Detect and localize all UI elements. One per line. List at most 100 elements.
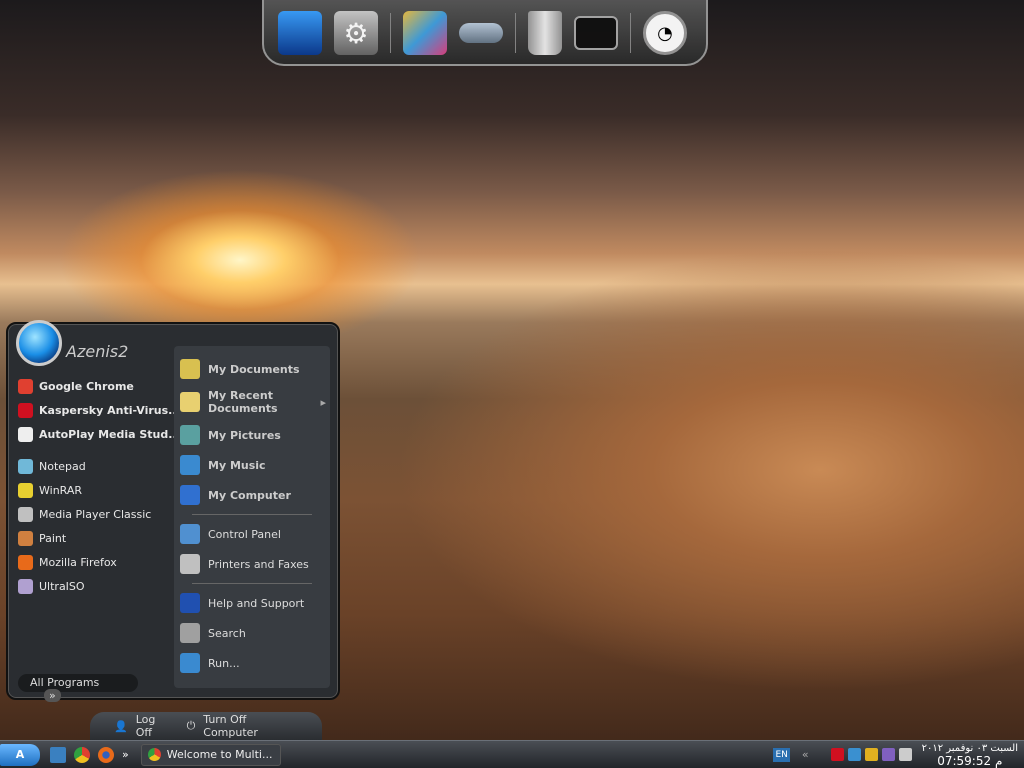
system-tray: EN « السبت ٠٣ نوفمبر ٢٠١٢ 07:59:52 م [773, 741, 1024, 768]
turn-off-button[interactable]: Turn Off Computer [203, 713, 298, 739]
menu-item-label: Kaspersky Anti-Virus... [39, 403, 181, 417]
menu-item[interactable]: WinRAR [18, 478, 173, 502]
menu-item-label: My Documents [208, 362, 300, 376]
taskbar: A » Welcome to Multi... EN « السبت ٠٣ نو… [0, 740, 1024, 768]
menu-item[interactable]: Printers and Faxes [174, 549, 330, 579]
menu-item[interactable]: AutoPlay Media Stud... [18, 422, 181, 446]
firefox-icon[interactable] [98, 746, 114, 763]
places-panel: My Documents My Recent Documents ▸ My Pictu… [174, 346, 330, 688]
power-icon: ⏻ [186, 719, 196, 732]
network-icon[interactable] [847, 748, 861, 761]
monitor-icon[interactable] [278, 11, 322, 55]
task-label: Welcome to Multi... [166, 748, 273, 761]
notepad-icon [18, 458, 33, 474]
display-icon[interactable] [574, 16, 618, 50]
menu-item-label: UltraISO [39, 579, 85, 593]
menu-item[interactable]: My Recent Documents ▸ [174, 384, 330, 420]
menu-item[interactable]: My Documents [174, 354, 330, 384]
chrome-icon [18, 378, 33, 394]
chrome-icon[interactable] [74, 746, 90, 763]
menu-item-label: Help and Support [208, 596, 305, 610]
menu-item-label: Notepad [39, 459, 86, 473]
menu-item[interactable]: Run... [174, 648, 330, 678]
start-menu: Azenis2 Google Chrome Kaspersky Anti-Viru… [6, 320, 340, 702]
recent-documents-icon [180, 392, 200, 412]
clock[interactable]: السبت ٠٣ نوفمبر ٢٠١٢ 07:59:52 م [916, 743, 1024, 767]
user-icon: 👤 [114, 719, 128, 733]
menu-item-label: My Music [208, 458, 266, 472]
language-indicator[interactable]: EN [773, 747, 790, 762]
log-off-button[interactable]: Log Off [136, 713, 173, 739]
divider [192, 583, 312, 584]
menu-item[interactable]: Mozilla Firefox [18, 550, 173, 574]
control-panel-icon [180, 524, 200, 544]
menu-item[interactable]: UltraISO [18, 574, 173, 598]
safely-remove-icon[interactable] [898, 748, 912, 761]
session-bar: 👤 Log Off ⏻ Turn Off Computer [90, 712, 322, 740]
my-documents-icon [180, 359, 200, 379]
my-music-icon [180, 455, 200, 475]
menu-item[interactable]: Media Player Classic [18, 502, 173, 526]
menu-item[interactable]: My Pictures [174, 420, 330, 450]
dock-divider [630, 13, 631, 53]
menu-item[interactable]: Kaspersky Anti-Virus... [18, 398, 181, 422]
kaspersky-icon [18, 402, 33, 418]
kaspersky-icon[interactable] [830, 748, 844, 761]
all-programs-button[interactable]: All Programs » [18, 674, 138, 702]
menu-item[interactable]: My Music [174, 450, 330, 480]
media-player-icon [18, 506, 33, 522]
help-icon [180, 593, 200, 613]
menu-item-label: My Computer [208, 488, 291, 502]
submenu-arrow-icon: ▸ [320, 395, 326, 409]
divider [192, 514, 312, 515]
ultraiso-icon [18, 578, 33, 594]
clock-time: 07:59:52 م [937, 753, 1003, 768]
start-button[interactable]: A [0, 743, 40, 766]
clock-date: السبت ٠٣ نوفمبر ٢٠١٢ [921, 742, 1018, 754]
hard-drive-icon[interactable] [459, 23, 503, 43]
media-gallery-icon[interactable] [403, 11, 447, 55]
programs-list: Google Chrome Kaspersky Anti-Virus... Auto… [18, 374, 181, 598]
recycle-bin-icon[interactable] [528, 11, 562, 55]
quick-launch-overflow[interactable]: » [122, 748, 129, 761]
menu-item[interactable]: Control Panel [174, 519, 330, 549]
app-tray-icon[interactable] [881, 748, 895, 761]
dock-divider [515, 13, 516, 53]
menu-item-label: WinRAR [39, 483, 83, 497]
user-name: Azenis2 [66, 342, 129, 361]
clock-icon[interactable]: ◔ [643, 11, 687, 55]
dock: ⚙ ◔ [262, 0, 708, 66]
menu-item[interactable]: Google Chrome [18, 374, 173, 398]
menu-item[interactable]: Help and Support [174, 588, 330, 618]
user-avatar[interactable] [16, 320, 62, 366]
menu-item-label: My Recent Documents [208, 389, 278, 415]
menu-item-label: Search [208, 626, 246, 640]
chrome-icon [147, 748, 161, 761]
menu-item-label: Mozilla Firefox [39, 555, 117, 569]
menu-item-label: AutoPlay Media Stud... [39, 427, 181, 441]
tray-expand-button[interactable]: « [802, 748, 809, 761]
menu-item[interactable]: Paint [18, 526, 173, 550]
menu-item[interactable]: Notepad [18, 454, 173, 478]
menu-item-label: Paint [39, 531, 67, 545]
menu-item-label: Run... [208, 656, 240, 670]
menu-item-label: Printers and Faxes [208, 557, 309, 571]
all-programs-label: All Programs [30, 676, 100, 689]
show-desktop-icon[interactable] [50, 746, 66, 763]
menu-item-label: My Pictures [208, 428, 281, 442]
my-computer-icon [180, 485, 200, 505]
menu-item-label: Media Player Classic [39, 507, 152, 521]
menu-item[interactable]: My Computer [174, 480, 330, 510]
printer-icon [180, 554, 200, 574]
task-button[interactable]: Welcome to Multi... [140, 743, 281, 766]
my-pictures-icon [180, 425, 200, 445]
menu-item[interactable]: Search [174, 618, 330, 648]
settings-gear-icon[interactable]: ⚙ [334, 11, 378, 55]
chevron-right-icon: » [44, 689, 61, 702]
sync-icon[interactable] [864, 748, 878, 761]
paint-icon [18, 530, 33, 546]
document-icon [18, 426, 33, 442]
run-icon [180, 653, 200, 673]
menu-item-label: Control Panel [208, 527, 281, 541]
winrar-icon [18, 482, 33, 498]
